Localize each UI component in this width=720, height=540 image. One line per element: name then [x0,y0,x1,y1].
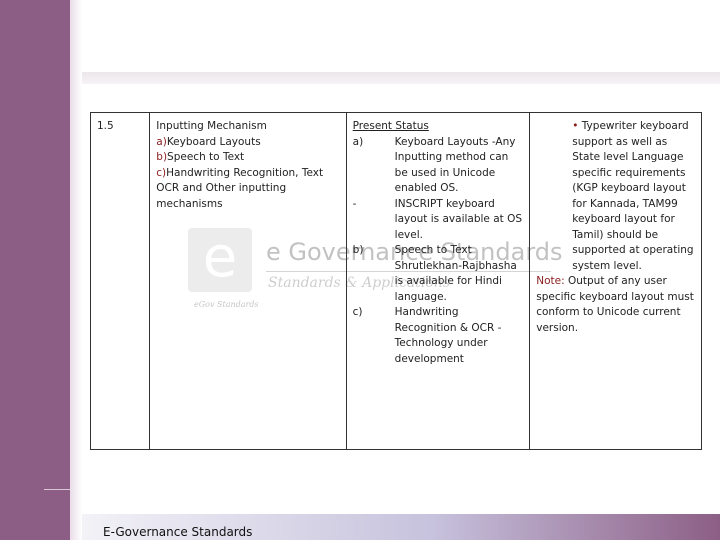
footer-title: E-Governance Standards [103,525,253,539]
row-number: 1.5 [97,120,114,132]
side-divider [44,489,70,490]
mechanism-item: b)Speech to Text [156,150,339,166]
status-item-marker: a) [352,135,364,148]
standards-table: 1.5 Inputting Mechanism a)Keyboard Layou… [89,112,702,450]
mechanism-item-marker: a) [156,135,167,148]
left-band-gradient [70,0,82,540]
status-heading: Present Status [352,120,429,132]
status-item-text: Handwriting Recognition & OCR - Technolo… [394,306,502,365]
status-item-text: Keyboard Layouts -Any Inputting method c… [394,135,516,195]
remarks-bullet-item: • Typewriter keyboard support as well as… [536,119,695,274]
header-rule [82,72,720,84]
status-item-marker: - [352,197,357,210]
status-item: b) Speech to Text Shrutlekhan-Rajbhasha i… [353,243,524,305]
mechanism-item-marker: c) [156,166,167,179]
status-item-marker: b) [352,244,364,256]
table-row: 1.5 Inputting Mechanism a)Keyboard Layou… [89,112,702,450]
status-item-marker: c) [352,306,363,318]
remarks-bullet-text: Typewriter keyboard support as well as S… [572,120,694,272]
status-item-text: Speech to Text Shrutlekhan-Rajbhasha is … [394,244,517,303]
mechanism-item-text: Speech to Text [167,151,245,163]
mechanism-item: c)Handwriting Recognition, Text OCR and … [156,166,339,213]
status-item: - INSCRIPT keyboard layout is available a… [353,197,524,244]
status-item: a) Keyboard Layouts -Any Inputting method… [353,135,524,197]
note-label: Note: [536,275,565,287]
mechanism-item-text: Handwriting Recognition, Text OCR and Ot… [156,166,324,210]
remarks-cell: • Typewriter keyboard support as well as… [529,112,702,450]
left-decorative-band [0,0,70,540]
mechanism-item: a)Keyboard Layouts [156,135,339,151]
mechanism-title: Inputting Mechanism [156,120,267,132]
status-item-text: INSCRIPT keyboard layout is available at… [394,197,523,241]
mechanism-cell: Inputting Mechanism a)Keyboard Layouts b… [149,112,347,450]
status-item: c) Handwriting Recognition & OCR - Techno… [353,305,524,367]
mechanism-item-text: Keyboard Layouts [166,135,261,148]
row-number-cell: 1.5 [89,112,151,450]
mechanism-item-marker: b) [156,151,168,163]
remarks-note: Note: Output of any user specific keyboa… [536,274,695,336]
status-cell: Present Status a) Keyboard Layouts -Any I… [345,112,531,450]
bullet-icon: • [572,120,579,132]
